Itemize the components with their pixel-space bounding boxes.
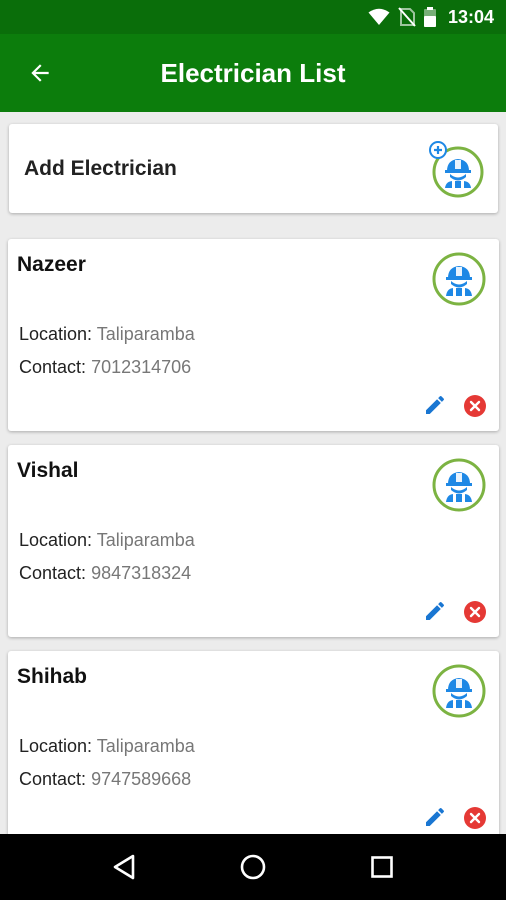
location-value: Taliparamba (96, 530, 195, 550)
nav-recents-icon (370, 856, 393, 878)
electrician-card[interactable]: Vishal Location: Taliparamba Contact: 98… (8, 445, 499, 637)
electrician-name: Shihab (17, 665, 88, 688)
electrician-name: Vishal (17, 459, 79, 482)
status-time: 13:04 (447, 6, 494, 27)
contact-value: 9847318324 (91, 563, 192, 583)
nav-back-button[interactable] (94, 837, 154, 897)
electrician-name: Nazeer (17, 253, 86, 276)
add-electrician-label: Add Electrician (24, 156, 177, 180)
location-label: Location: (19, 324, 93, 344)
no-sim-icon (398, 7, 416, 27)
system-nav-bar (0, 834, 506, 900)
worker-avatar-icon (432, 252, 486, 306)
location-row: Location: Taliparamba (19, 324, 195, 345)
delete-icon[interactable] (463, 806, 487, 830)
nav-back-icon (114, 854, 135, 880)
contact-row: Contact: 9747589668 (19, 769, 191, 790)
electrician-card[interactable]: Nazeer Location: Taliparamba Contact: 70… (8, 239, 499, 431)
delete-icon[interactable] (463, 600, 487, 624)
wifi-icon (368, 8, 390, 25)
location-label: Location: (19, 530, 93, 550)
battery-icon (423, 7, 436, 27)
contact-row: Contact: 9847318324 (19, 563, 191, 584)
location-row: Location: Taliparamba (19, 736, 195, 757)
nav-home-button[interactable] (223, 837, 283, 897)
delete-icon[interactable] (463, 394, 487, 418)
location-value: Taliparamba (96, 736, 195, 756)
app-bar: Electrician List (0, 34, 506, 112)
contact-label: Contact: (19, 563, 87, 583)
arrow-back-icon (31, 64, 49, 82)
worker-avatar-icon (432, 458, 486, 512)
contact-value: 9747589668 (91, 769, 192, 789)
location-label: Location: (19, 736, 93, 756)
contact-value: 7012314706 (91, 357, 192, 377)
edit-icon[interactable] (423, 599, 447, 623)
location-value: Taliparamba (96, 324, 195, 344)
add-worker-icon (429, 141, 484, 198)
electrician-list[interactable]: Add Electrician Nazeer Location: Talipar… (0, 112, 506, 834)
worker-avatar-icon (432, 664, 486, 718)
contact-label: Contact: (19, 769, 87, 789)
add-electrician-card[interactable]: Add Electrician (9, 124, 498, 213)
contact-row: Contact: 7012314706 (19, 357, 191, 378)
back-button[interactable] (0, 34, 80, 112)
edit-icon[interactable] (423, 805, 447, 829)
location-row: Location: Taliparamba (19, 530, 195, 551)
edit-icon[interactable] (423, 393, 447, 417)
nav-home-icon (240, 854, 266, 880)
status-bar: 13:04 (0, 0, 506, 34)
electrician-card[interactable]: Shihab Location: Taliparamba Contact: 97… (8, 651, 499, 834)
contact-label: Contact: (19, 357, 87, 377)
nav-recents-button[interactable] (352, 837, 412, 897)
